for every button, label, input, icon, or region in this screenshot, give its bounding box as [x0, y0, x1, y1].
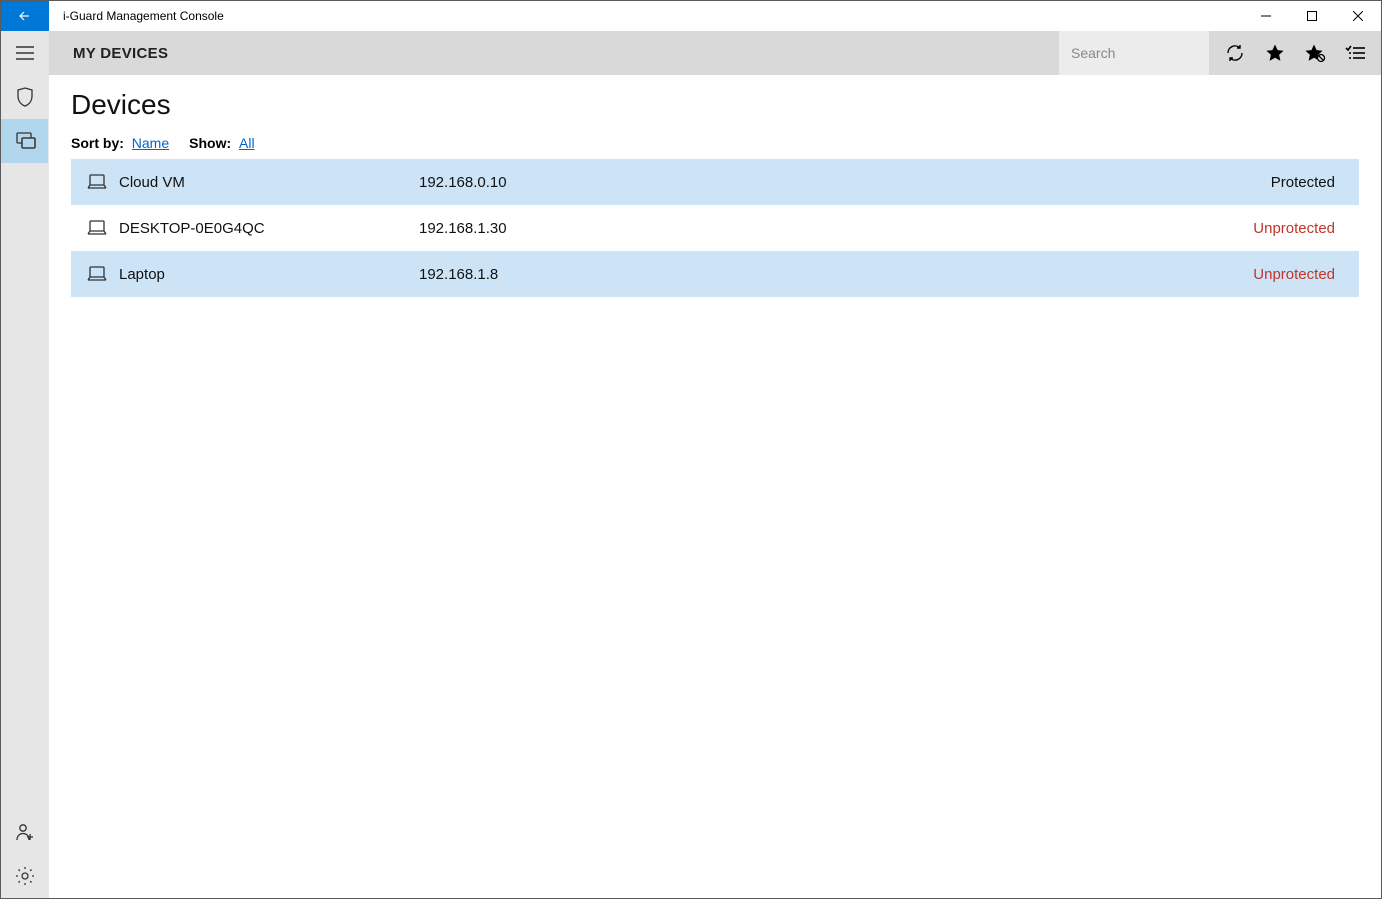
refresh-button[interactable]	[1215, 31, 1255, 75]
show-value-link[interactable]: All	[239, 135, 255, 151]
menu-toggle-button[interactable]	[1, 31, 48, 75]
toolbar: MY DEVICES	[49, 31, 1381, 75]
star-remove-icon	[1304, 43, 1326, 63]
favorite-button[interactable]	[1255, 31, 1295, 75]
device-list: Cloud VM192.168.0.10Protected DESKTOP-0E…	[71, 159, 1359, 297]
hamburger-icon	[16, 46, 34, 60]
sort-label: Sort by:	[71, 135, 124, 151]
sidebar	[1, 31, 49, 898]
show-label: Show:	[189, 135, 231, 151]
device-ip: 192.168.0.10	[419, 174, 719, 191]
search-input[interactable]	[1059, 31, 1209, 75]
laptop-icon	[87, 172, 107, 192]
list-controls: Sort by: Name Show: All	[71, 135, 1359, 151]
app-window: i-Guard Management Console	[0, 0, 1382, 899]
device-status: Unprotected	[719, 220, 1343, 237]
sidebar-item-add-user[interactable]	[1, 810, 48, 854]
toolbar-actions	[1209, 31, 1381, 75]
sort-control: Sort by: Name	[71, 135, 169, 151]
sidebar-item-security[interactable]	[1, 75, 48, 119]
main-panel: MY DEVICES	[49, 31, 1381, 898]
page-heading: Devices	[71, 89, 1359, 121]
arrow-left-icon	[17, 8, 33, 24]
device-ip: 192.168.1.8	[419, 266, 719, 283]
maximize-icon	[1307, 11, 1317, 21]
device-name: Laptop	[119, 266, 419, 283]
device-row[interactable]: DESKTOP-0E0G4QC192.168.1.30Unprotected	[71, 205, 1359, 251]
sidebar-spacer	[1, 163, 48, 810]
titlebar: i-Guard Management Console	[1, 1, 1381, 31]
show-control: Show: All	[189, 135, 254, 151]
device-name: Cloud VM	[119, 174, 419, 191]
device-status: Protected	[719, 174, 1343, 191]
maximize-button[interactable]	[1289, 1, 1335, 31]
app-body: MY DEVICES	[1, 31, 1381, 898]
unfavorite-button[interactable]	[1295, 31, 1335, 75]
window-title: i-Guard Management Console	[49, 1, 1243, 31]
sort-value-link[interactable]: Name	[132, 135, 169, 151]
refresh-icon	[1225, 43, 1245, 63]
select-all-button[interactable]	[1335, 31, 1375, 75]
minimize-button[interactable]	[1243, 1, 1289, 31]
gear-icon	[15, 866, 35, 886]
laptop-icon	[87, 218, 107, 238]
sidebar-item-devices[interactable]	[1, 119, 48, 163]
window-controls	[1243, 1, 1381, 31]
devices-icon	[14, 132, 36, 150]
device-status: Unprotected	[719, 266, 1343, 283]
content-area: Devices Sort by: Name Show: All Cloud VM…	[49, 75, 1381, 898]
device-name: DESKTOP-0E0G4QC	[119, 220, 419, 237]
close-button[interactable]	[1335, 1, 1381, 31]
checklist-icon	[1345, 44, 1365, 62]
close-icon	[1353, 11, 1363, 21]
device-row[interactable]: Cloud VM192.168.0.10Protected	[71, 159, 1359, 205]
shield-icon	[16, 87, 34, 107]
device-ip: 192.168.1.30	[419, 220, 719, 237]
back-button[interactable]	[1, 1, 49, 31]
sidebar-item-settings[interactable]	[1, 854, 48, 898]
laptop-icon	[87, 264, 107, 284]
toolbar-title: MY DEVICES	[49, 31, 1059, 75]
star-icon	[1265, 43, 1285, 63]
add-user-icon	[15, 822, 35, 842]
minimize-icon	[1261, 11, 1271, 21]
device-row[interactable]: Laptop192.168.1.8Unprotected	[71, 251, 1359, 297]
